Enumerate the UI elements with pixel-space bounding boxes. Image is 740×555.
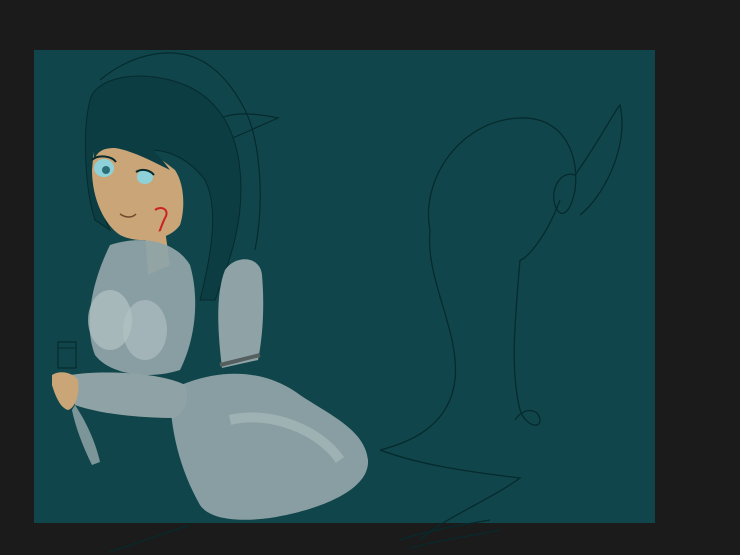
viewer-frame [0,0,740,555]
raised-arm [218,259,264,368]
left-pupil [102,166,110,174]
chest-highlight-right [123,300,167,360]
scribble-lines [109,519,501,553]
artwork-canvas [34,50,655,553]
